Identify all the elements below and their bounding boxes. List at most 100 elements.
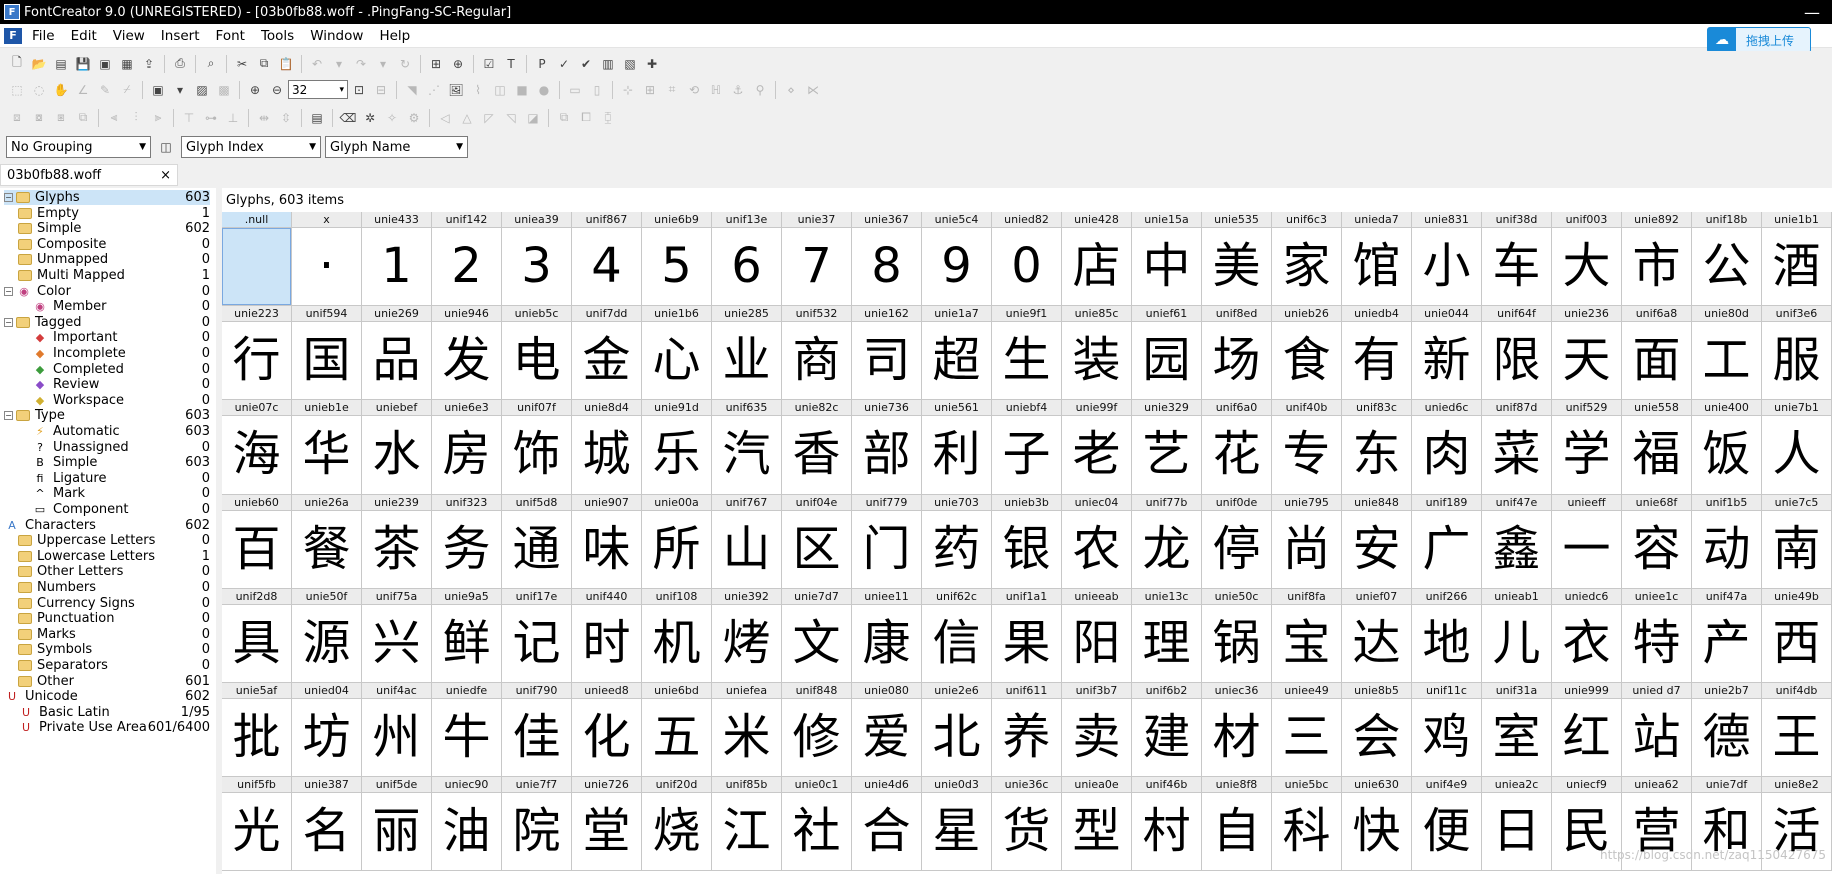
cut-icon[interactable]: ✂	[233, 55, 251, 73]
glyph-cell[interactable]: unie1a7 超	[922, 306, 992, 401]
glyph-cell[interactable]: unif07f 饰	[502, 400, 572, 495]
glyph-cell[interactable]: unie9a5 鲜	[432, 588, 502, 683]
undo-icon[interactable]: ↶	[308, 55, 326, 73]
skew-icon[interactable]: ◸	[480, 109, 498, 127]
glyph-cell[interactable]: unie999 红	[1552, 683, 1622, 778]
collapse-icon[interactable]: −	[4, 193, 13, 202]
glyph-cell[interactable]: unie236 天	[1552, 306, 1622, 401]
settings-icon[interactable]: ⚙	[405, 109, 423, 127]
tree-item-unicode[interactable]: U Unicode 602	[4, 689, 210, 704]
insert-glyph-icon[interactable]: ⊞	[427, 55, 445, 73]
paste-icon[interactable]: 📋	[277, 55, 295, 73]
glyph-cell[interactable]: unif003 大	[1552, 212, 1622, 307]
trace-icon[interactable]: ⌇	[469, 81, 487, 99]
hinting-icon[interactable]: ℍ	[707, 81, 725, 99]
align-bottom-icon[interactable]: ⊥	[224, 109, 242, 127]
background-color-icon[interactable]: ▣	[149, 81, 167, 99]
glyph-cell[interactable]: unif4db 王	[1762, 683, 1832, 778]
glyph-cell[interactable]: unif17e 记	[502, 588, 572, 683]
glyph-cell[interactable]: unif18b 公	[1692, 212, 1762, 307]
pen-icon[interactable]: ✎	[96, 81, 114, 99]
glyph-cell[interactable]: unie7d7 文	[782, 588, 852, 683]
glyph-cell[interactable]: unif83c 东	[1342, 400, 1412, 495]
glyph-cell[interactable]: unie367 8	[852, 212, 922, 307]
glyph-cell[interactable]: unie0c1 社	[782, 777, 852, 872]
undo-dropdown-icon[interactable]: ▾	[330, 55, 348, 73]
glyph-cell[interactable]: unie558 福	[1622, 400, 1692, 495]
tree-item-automatic[interactable]: ⚡ Automatic 603	[32, 424, 210, 439]
glyph-cell[interactable]: unief07 达	[1342, 588, 1412, 683]
glyph-cell[interactable]: unif64f 限	[1482, 306, 1552, 401]
glyph-cell[interactable]: uniea2c 日	[1482, 777, 1552, 872]
glyph-cell[interactable]: unie329 艺	[1132, 400, 1202, 495]
zoom-select[interactable]: 32 ▾	[288, 80, 348, 99]
glyph-cell[interactable]: unif5d8 通	[502, 494, 572, 589]
glyph-cell[interactable]: uniea39 3	[502, 212, 572, 307]
glyph-cell[interactable]: unied82 0	[992, 212, 1062, 307]
fit-selection-icon[interactable]: ⊟	[372, 81, 390, 99]
find-icon[interactable]: ⌕	[202, 55, 220, 73]
glyph-cell[interactable]: unif779 门	[852, 494, 922, 589]
menu-item-view[interactable]: View	[105, 28, 153, 44]
glyph-cell[interactable]: unif142 2	[432, 212, 502, 307]
menu-item-help[interactable]: Help	[371, 28, 418, 44]
tree-item-workspace[interactable]: ◆ Workspace 0	[32, 393, 210, 408]
name-select[interactable]: Glyph Name ▼	[325, 136, 468, 158]
glyph-cell[interactable]: unie07c 海	[222, 400, 292, 495]
glyph-cell[interactable]: unie37 7	[782, 212, 852, 307]
glyph-cell[interactable]: unif31a 室	[1482, 683, 1552, 778]
menu-item-insert[interactable]: Insert	[153, 28, 208, 44]
points-icon[interactable]: ▭	[566, 81, 584, 99]
contours-icon[interactable]: ▯	[588, 81, 606, 99]
glyph-cell[interactable]: unie892 市	[1622, 212, 1692, 307]
glyph-cell[interactable]: unie9f1 生	[992, 306, 1062, 401]
align-center-icon[interactable]: ⫶	[127, 109, 145, 127]
upload-button[interactable]: ☁ 拖拽上传	[1707, 27, 1811, 53]
glyph-cell[interactable]: unie726 堂	[572, 777, 642, 872]
anchor-icon[interactable]: ⚓	[729, 81, 747, 99]
glyph-cell[interactable]: unie2b7 德	[1692, 683, 1762, 778]
glyph-cell[interactable]: uniedb4 有	[1342, 306, 1412, 401]
fill-icon[interactable]: ◫	[491, 81, 509, 99]
glyph-cell[interactable]: unif529 学	[1552, 400, 1622, 495]
background-dropdown-icon[interactable]: ▾	[171, 81, 189, 99]
redo-dropdown-icon[interactable]: ▾	[374, 55, 392, 73]
tree-item-empty[interactable]: Empty 1	[18, 206, 210, 221]
glyph-cell[interactable]: unie387 名	[292, 777, 362, 872]
glyph-cell[interactable]: unie5c4 9	[922, 212, 992, 307]
document-menu-icon[interactable]: F	[4, 27, 22, 44]
text-icon[interactable]: T	[502, 55, 520, 73]
glyph-cell[interactable]: unif38d 车	[1482, 212, 1552, 307]
glyph-cell[interactable]: unie0d3 星	[922, 777, 992, 872]
glyph-cell[interactable]: unie6e3 房	[432, 400, 502, 495]
glyph-cell[interactable]: unif6a8 面	[1622, 306, 1692, 401]
save-icon[interactable]: 💾	[74, 55, 92, 73]
metrics-icon[interactable]: ▤	[308, 109, 326, 127]
glyph-cell[interactable]: unie50f 源	[292, 588, 362, 683]
glyph-cell[interactable]: unie91d 乐	[642, 400, 712, 495]
flip-h-icon[interactable]: ◁	[436, 109, 454, 127]
hand-icon[interactable]: ✋	[52, 81, 70, 99]
glyph-cell[interactable]: unie285 业	[712, 306, 782, 401]
glyph-cell[interactable]: unif3b7 卖	[1062, 683, 1132, 778]
glyph-cell[interactable]: uniedc6 衣	[1552, 588, 1622, 683]
extremes-icon[interactable]: ⋉	[804, 81, 822, 99]
glyph-cell[interactable]: unif848 修	[782, 683, 852, 778]
glyph-cell[interactable]: .null	[222, 212, 292, 307]
tree-item-characters[interactable]: A Characters 602	[4, 518, 210, 533]
glyph-cell[interactable]: unif189 广	[1412, 494, 1482, 589]
glyph-cell[interactable]: unie392 烤	[712, 588, 782, 683]
tree-item-unassigned[interactable]: ? Unassigned 0	[32, 440, 210, 455]
glyph-cell[interactable]: unie433 1	[362, 212, 432, 307]
glyph-cell[interactable]: unif4e9 便	[1412, 777, 1482, 872]
union-icon[interactable]: ⧈	[8, 109, 26, 127]
print-icon[interactable]: ⎙	[171, 55, 189, 73]
glyph-cell[interactable]: unif6b2 建	[1132, 683, 1202, 778]
eraser-icon[interactable]: ⌫	[339, 109, 357, 127]
close-icon[interactable]: ×	[160, 168, 171, 183]
glyph-cell[interactable]: unif77b 龙	[1132, 494, 1202, 589]
glyph-cell[interactable]: unif440 时	[572, 588, 642, 683]
open-web-icon[interactable]: ▤	[52, 55, 70, 73]
glyph-cell[interactable]: unif790 佳	[502, 683, 572, 778]
new-file-icon[interactable]: 🗋	[8, 55, 26, 73]
